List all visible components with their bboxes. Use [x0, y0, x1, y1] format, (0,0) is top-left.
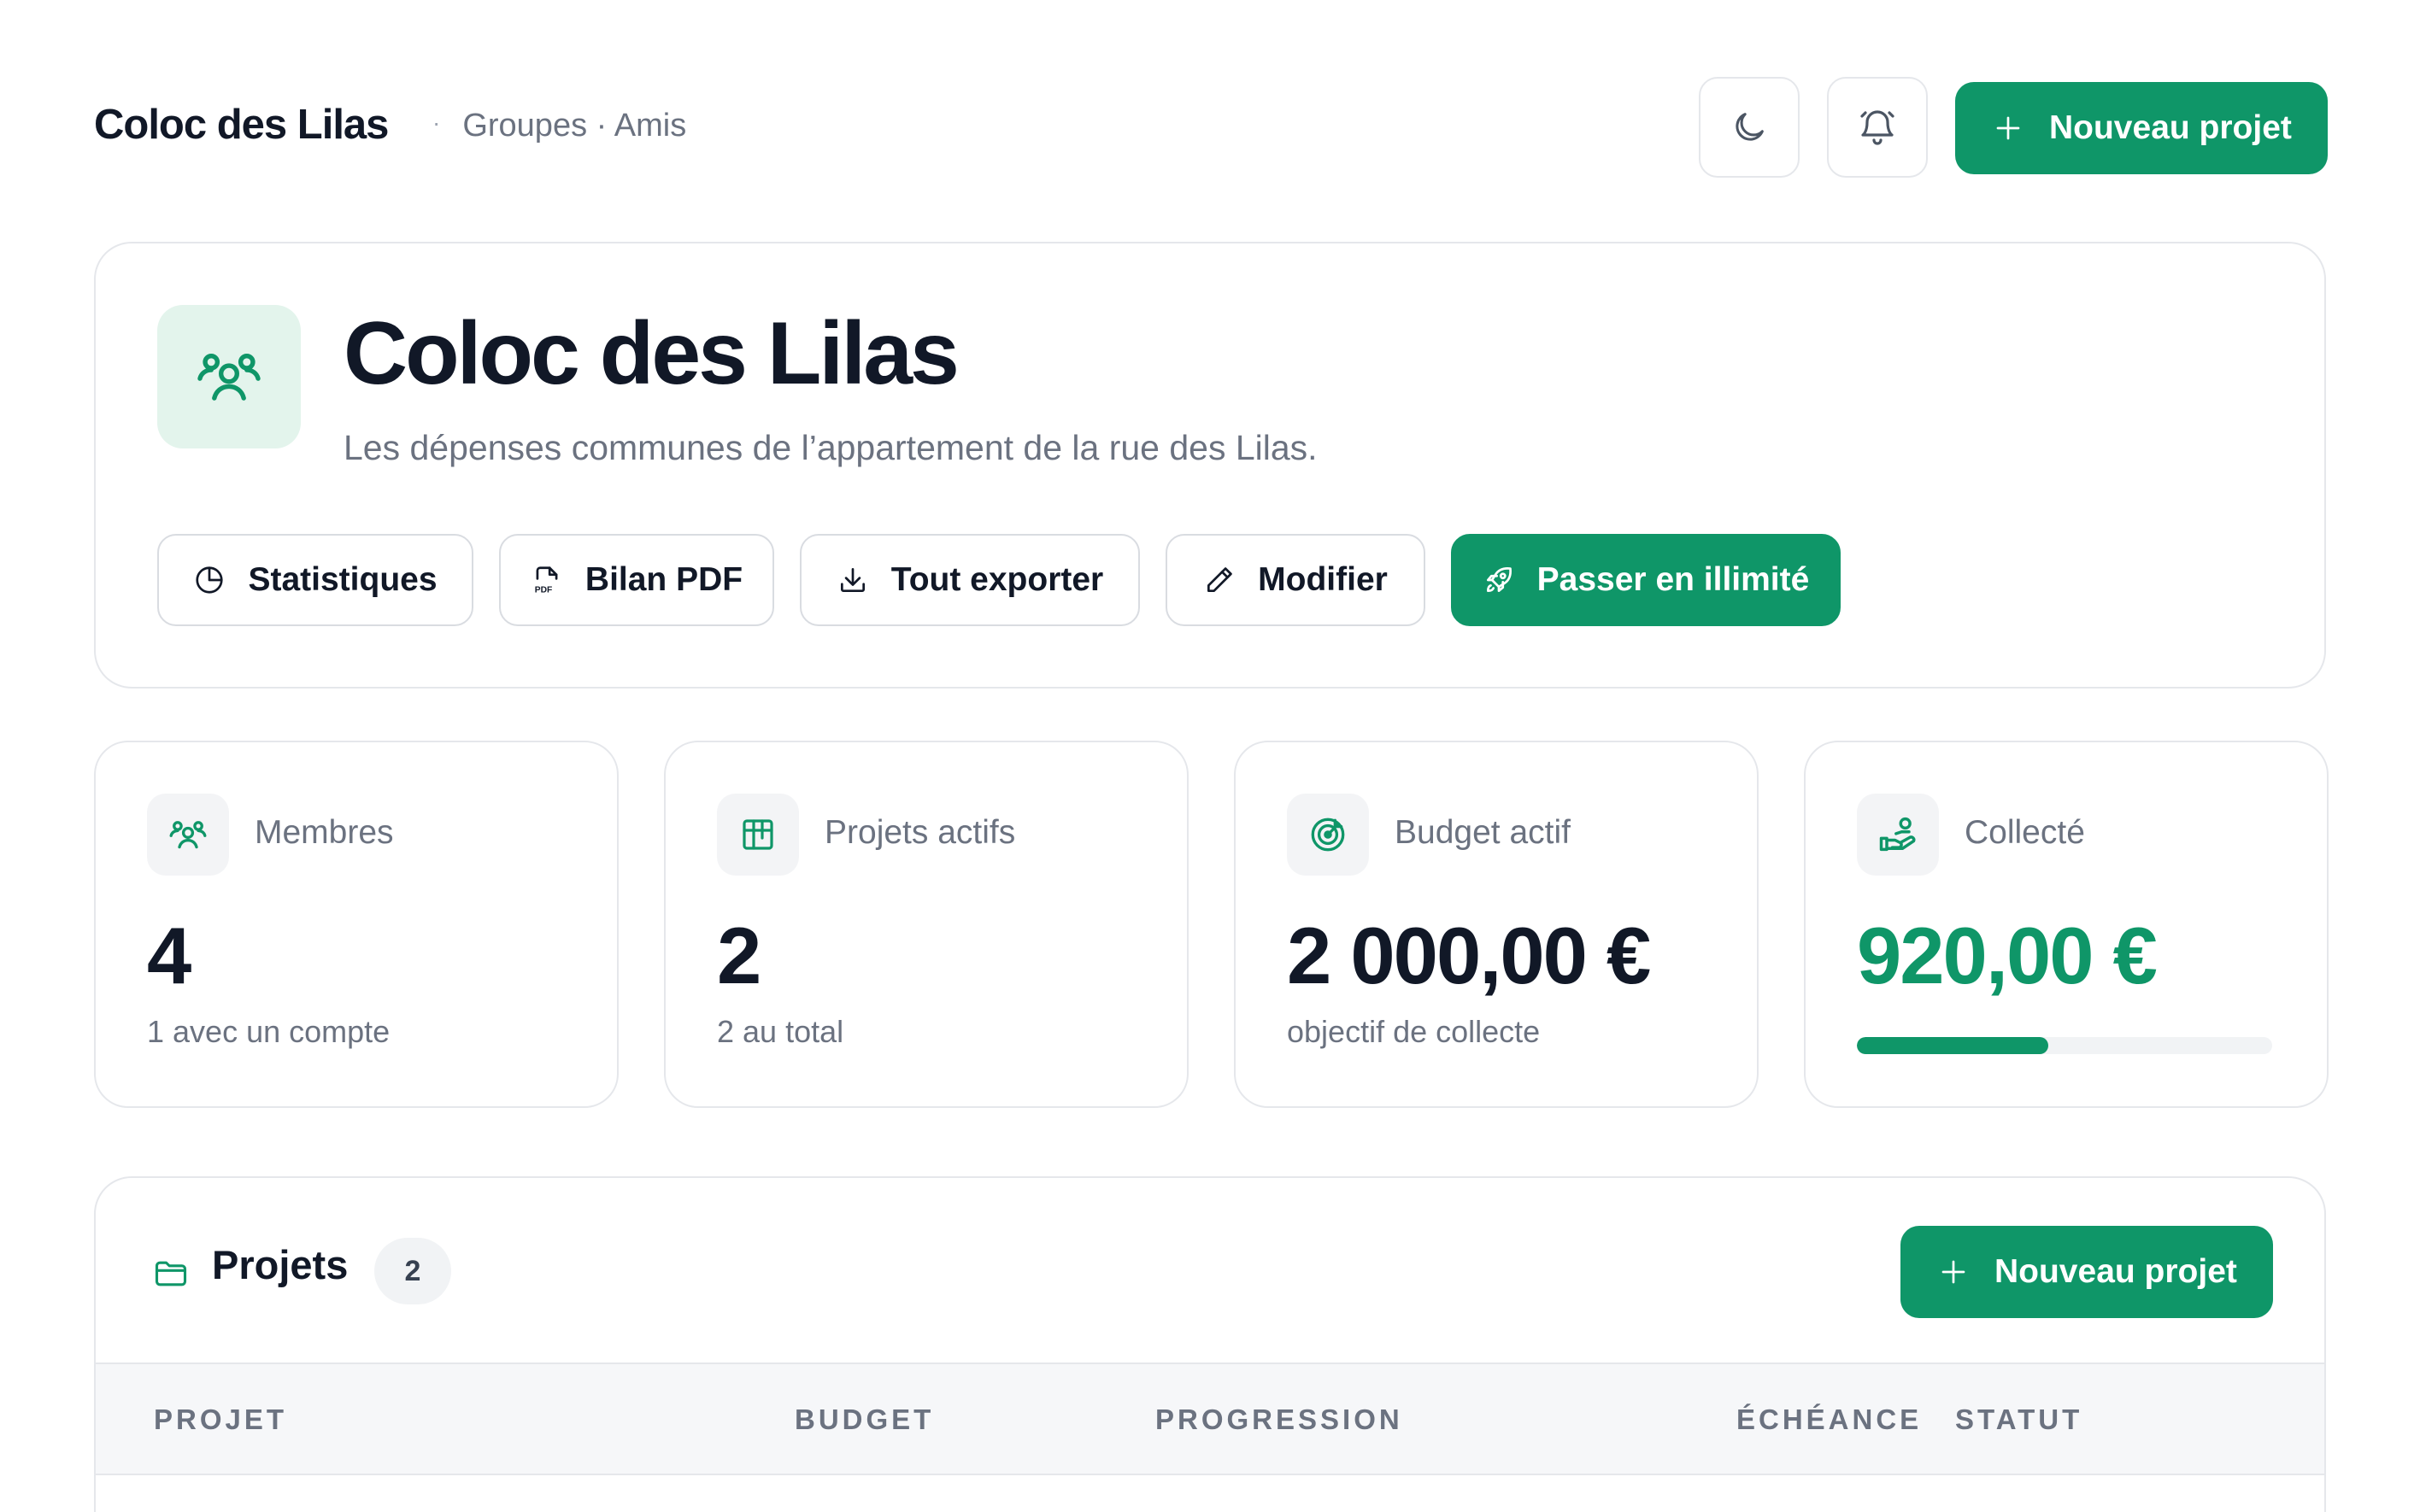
svg-text:PDF: PDF — [535, 585, 553, 595]
stat-subtitle: 1 avec un compte — [147, 1014, 391, 1049]
stat-value: 4 — [147, 911, 191, 1000]
stat-label: Collecté — [1965, 814, 2085, 851]
statistics-label: Statistiques — [248, 561, 438, 598]
download-icon — [837, 564, 869, 596]
bell-icon — [1857, 107, 1898, 148]
column-header-budget[interactable]: BUDGET — [795, 1404, 934, 1436]
export-all-label: Tout exporter — [890, 561, 1104, 598]
stat-value: 2 000,00 € — [1287, 911, 1651, 1000]
column-header-status[interactable]: STATUT — [1955, 1404, 2082, 1436]
collection-progress-fill — [1857, 1037, 2048, 1054]
stat-card-active-budget: Budget actif 2 000,00 € objectif de coll… — [1234, 741, 1759, 1108]
projects-table-header: PROJET BUDGET PROGRESSION ÉCHÉANCE STATU… — [96, 1364, 2324, 1475]
pdf-file-icon: PDF — [531, 564, 563, 596]
column-header-due-date[interactable]: ÉCHÉANCE — [1736, 1404, 1922, 1436]
projects-header: Projets 2 Nouveau projet — [96, 1178, 2324, 1364]
stat-value: 2 — [717, 911, 761, 1000]
projects-title: Projets — [212, 1242, 349, 1287]
moon-icon — [1730, 108, 1769, 147]
notifications-button[interactable] — [1827, 77, 1928, 178]
folder-icon — [152, 1255, 190, 1292]
breadcrumb-separator: · — [432, 109, 441, 136]
stat-label: Projets actifs — [825, 814, 1016, 851]
stat-card-members: Membres 4 1 avec un compte — [94, 741, 619, 1108]
hand-coins-icon — [1857, 794, 1939, 876]
breadcrumb: · Groupes · Amis — [432, 108, 686, 144]
edit-group-label: Modifier — [1258, 561, 1388, 598]
group-hero-card: Coloc des Lilas Les dépenses communes de… — [94, 242, 2326, 689]
stat-label: Budget actif — [1395, 814, 1571, 851]
pdf-report-label: Bilan PDF — [584, 561, 743, 598]
kanban-icon — [717, 794, 799, 876]
edit-group-button[interactable]: Modifier — [1166, 534, 1425, 626]
rocket-icon — [1483, 564, 1515, 596]
pencil-icon — [1203, 564, 1236, 596]
new-project-header-label: Nouveau projet — [2049, 109, 2292, 146]
pdf-report-button[interactable]: PDF Bilan PDF — [499, 534, 774, 626]
projects-count-badge: 2 — [374, 1238, 451, 1304]
users-group-icon — [147, 794, 229, 876]
stat-label: Membres — [255, 814, 394, 851]
stat-card-collected: Collecté 920,00 € — [1804, 741, 2329, 1108]
group-name: Coloc des Lilas — [94, 102, 389, 148]
new-project-button[interactable]: Nouveau projet — [1900, 1226, 2273, 1318]
users-group-icon — [157, 305, 301, 448]
statistics-button[interactable]: Statistiques — [157, 534, 473, 626]
new-project-label: Nouveau projet — [1994, 1253, 2237, 1290]
group-title: Coloc des Lilas — [344, 304, 960, 403]
upgrade-unlimited-button[interactable]: Passer en illimité — [1451, 534, 1841, 626]
projects-panel: Projets 2 Nouveau projet PROJET BUDGET P… — [94, 1176, 2326, 1512]
plus-icon — [1938, 1257, 1969, 1287]
theme-toggle-button[interactable] — [1699, 77, 1800, 178]
plus-icon — [1993, 113, 2024, 144]
stat-card-active-projects: Projets actifs 2 2 au total — [664, 741, 1189, 1108]
pie-chart-icon — [193, 564, 226, 596]
stat-subtitle: 2 au total — [717, 1014, 844, 1049]
column-header-progress[interactable]: PROGRESSION — [1155, 1404, 1403, 1436]
new-project-header-button[interactable]: Nouveau projet — [1955, 82, 2328, 174]
top-bar: Coloc des Lilas · Groupes · Amis Nouveau … — [94, 77, 2328, 178]
group-description: Les dépenses communes de l’appartement d… — [344, 428, 1318, 467]
breadcrumb-text[interactable]: Groupes · Amis — [462, 108, 686, 144]
stat-value: 920,00 € — [1857, 911, 2158, 1000]
collection-progress-bar — [1857, 1037, 2272, 1054]
export-all-button[interactable]: Tout exporter — [800, 534, 1140, 626]
column-header-project[interactable]: PROJET — [154, 1404, 287, 1436]
upgrade-unlimited-label: Passer en illimité — [1536, 561, 1810, 598]
stat-subtitle: objectif de collecte — [1287, 1014, 1541, 1049]
target-icon — [1287, 794, 1369, 876]
